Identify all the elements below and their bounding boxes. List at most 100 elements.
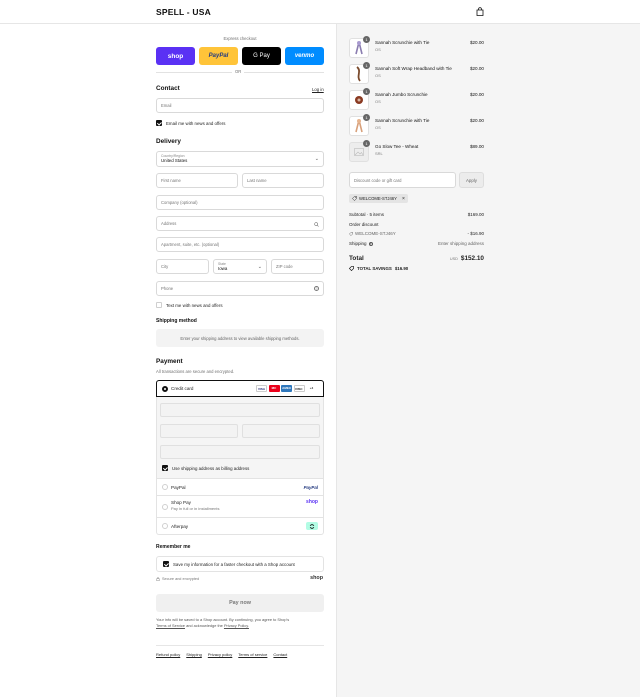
- legal-text: Your info will be saved to a Shop accoun…: [156, 617, 324, 629]
- secure-label: Secure and encrypted: [162, 577, 200, 581]
- item-variant: OS: [375, 99, 381, 104]
- city-field[interactable]: City: [156, 259, 209, 274]
- checkbox-checked-icon[interactable]: [162, 465, 168, 471]
- subtotal-value: $169.00: [467, 212, 484, 217]
- privacy-policy-footer-link[interactable]: Privacy policy: [208, 652, 232, 657]
- contact-link[interactable]: Contact: [273, 652, 287, 657]
- shipping-method-heading: Shipping method: [156, 318, 197, 324]
- cart-item: 1 Sannah Soft Wrap Headband with Tie OS …: [349, 62, 484, 86]
- cart-item: 1 Sannah Jumbo Scrunchie OS $20.00: [349, 88, 484, 112]
- radio-unselected-icon[interactable]: [162, 523, 168, 529]
- card-brand-icons: VISA MC AMEX DISC +4: [255, 385, 318, 392]
- terms-of-service-link[interactable]: Terms of Service: [156, 623, 185, 628]
- payment-heading: Payment: [156, 358, 183, 365]
- order-discount-label: Order discount: [349, 222, 379, 227]
- discount-chip: WELCOME-STJ46Y ×: [349, 194, 408, 203]
- apply-discount-button[interactable]: Apply: [459, 172, 484, 188]
- tag-icon: [349, 266, 354, 271]
- shop-pay-option[interactable]: Shop Pay Pay in full or in installments …: [156, 496, 324, 518]
- address-field[interactable]: Address: [156, 216, 324, 231]
- sms-checkbox-row[interactable]: Text me with news and offers: [156, 302, 223, 308]
- google-pay-express-button[interactable]: G Pay: [242, 47, 281, 65]
- credit-card-option[interactable]: Credit card VISA MC AMEX DISC +4: [156, 380, 324, 397]
- paypal-express-button[interactable]: PayPal: [199, 47, 238, 65]
- terms-of-service-footer-link[interactable]: Terms of service: [238, 652, 267, 657]
- login-link[interactable]: Log in: [312, 87, 324, 92]
- radio-unselected-icon[interactable]: [162, 484, 168, 490]
- card-number-field[interactable]: [160, 403, 320, 417]
- help-icon[interactable]: ?: [314, 286, 319, 291]
- remove-discount-icon[interactable]: ×: [402, 196, 405, 202]
- first-name-field[interactable]: First name: [156, 173, 238, 188]
- item-price: $89.00: [469, 144, 484, 149]
- store-logo[interactable]: SPELL - USA: [156, 7, 211, 17]
- apartment-field[interactable]: Apartment, suite, etc. (optional): [156, 237, 324, 252]
- name-on-card-field[interactable]: [160, 445, 320, 459]
- shipping-label: Shipping: [349, 241, 367, 246]
- info-icon[interactable]: ?: [368, 241, 373, 246]
- save-info-checkbox-row[interactable]: Save my information for a faster checkou…: [156, 556, 324, 572]
- page-header: SPELL - USA: [0, 0, 640, 24]
- item-variant: SRL: [375, 151, 383, 156]
- quantity-badge: 1: [363, 88, 370, 95]
- shipping-link[interactable]: Shipping: [186, 652, 202, 657]
- company-field[interactable]: Company (optional): [156, 195, 324, 210]
- email-field[interactable]: Email: [156, 98, 324, 113]
- radio-selected-icon[interactable]: [162, 385, 168, 392]
- tag-icon: [352, 196, 357, 201]
- pay-now-button[interactable]: Pay now: [156, 594, 324, 612]
- discover-icon: DISC: [293, 385, 305, 392]
- item-price: $20.00: [469, 66, 484, 71]
- afterpay-logo-icon: [306, 522, 318, 530]
- quantity-badge: 1: [363, 114, 370, 121]
- discount-code-input[interactable]: Discount code or gift card: [349, 172, 456, 188]
- product-thumbnail: 1: [349, 36, 370, 58]
- savings-label: TOTAL SAVINGS: [357, 266, 392, 271]
- security-code-field[interactable]: [242, 424, 320, 438]
- shop-logo: shop: [310, 575, 323, 581]
- country-select[interactable]: Country/Region United States ⌄: [156, 151, 324, 167]
- item-name: Sannah Scrunchie with Tie: [375, 118, 430, 123]
- quantity-badge: 1: [363, 36, 370, 43]
- total-value-group: USD $152.10: [450, 255, 484, 262]
- shipping-value: Enter shipping address: [437, 241, 484, 246]
- legal-connector: and acknowledge the: [186, 623, 223, 628]
- checkbox-checked-icon[interactable]: [156, 120, 162, 126]
- discount-code-line: WELCOME-STJ46Y: [349, 231, 396, 236]
- checkbox-unchecked-icon[interactable]: [156, 302, 162, 308]
- privacy-policy-link[interactable]: Privacy Policy.: [224, 623, 249, 628]
- more-cards-badge: +4: [309, 386, 314, 390]
- tag-icon: [349, 231, 353, 236]
- newsletter-checkbox-row[interactable]: Email me with news and offers: [156, 120, 225, 126]
- total-label: Total: [349, 255, 364, 262]
- item-price: $20.00: [469, 92, 484, 97]
- billing-same-checkbox-row[interactable]: Use shipping address as billing address: [162, 465, 249, 471]
- legal-line: Your info will be saved to a Shop accoun…: [156, 617, 290, 622]
- refund-policy-link[interactable]: Refund policy: [156, 652, 180, 657]
- phone-field[interactable]: Phone ?: [156, 281, 324, 296]
- item-variant: OS: [375, 73, 381, 78]
- remember-me-heading: Remember me: [156, 544, 191, 550]
- shop-pay-express-button[interactable]: shop: [156, 47, 195, 65]
- zip-field[interactable]: ZIP code: [271, 259, 324, 274]
- contact-heading: Contact: [156, 85, 180, 92]
- item-price: $20.00: [469, 40, 484, 45]
- last-name-field[interactable]: Last name: [242, 173, 324, 188]
- secure-note: Secure and encrypted: [156, 577, 199, 581]
- radio-unselected-icon[interactable]: [162, 504, 168, 510]
- afterpay-option[interactable]: Afterpay: [156, 518, 324, 535]
- currency-code: USD: [449, 257, 458, 261]
- paypal-option[interactable]: PayPal PayPal: [156, 479, 324, 496]
- venmo-express-button[interactable]: venmo: [285, 47, 324, 65]
- checkbox-checked-icon[interactable]: [163, 561, 169, 567]
- shop-pay-subtitle: Pay in full or in installments: [171, 506, 220, 511]
- cart-item: 1 Sannah Scrunchie with Tie OS $20.00: [349, 114, 484, 138]
- state-select[interactable]: State Iowa ⌄: [213, 259, 267, 274]
- paypal-logo: PayPal: [303, 484, 318, 490]
- subtotal-label: Subtotal · 5 items: [349, 212, 385, 217]
- expiration-field[interactable]: [160, 424, 238, 438]
- save-info-label: Save my information for a faster checkou…: [173, 561, 295, 567]
- shop-pay-logo: shop: [306, 499, 318, 505]
- or-separator: OR: [232, 69, 245, 74]
- shopping-bag-icon[interactable]: [476, 7, 484, 16]
